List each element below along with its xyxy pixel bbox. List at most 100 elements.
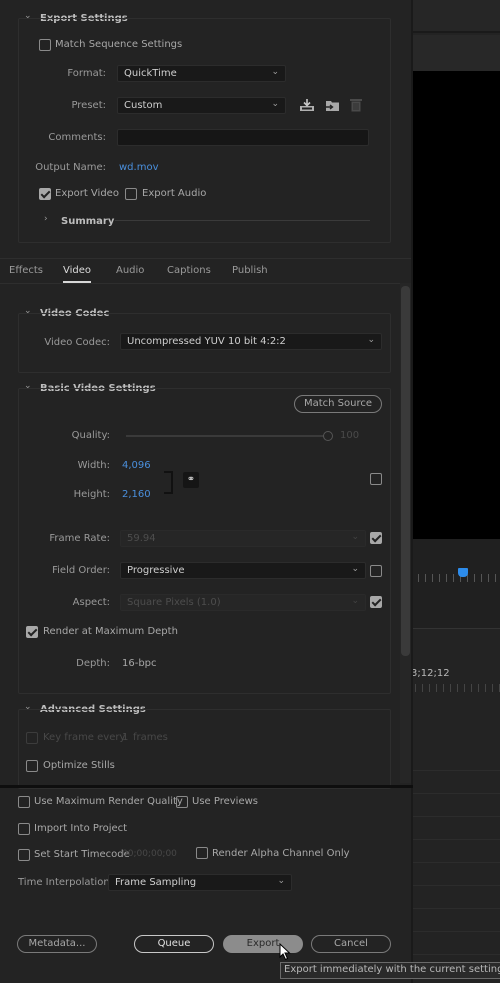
preview-video-area	[413, 71, 500, 539]
preview-timeline[interactable]	[413, 539, 500, 629]
mouse-cursor-icon	[279, 943, 291, 961]
depth-value: 16-bpc	[122, 658, 157, 669]
aspect-checkbox[interactable]	[370, 596, 382, 608]
right-toolbar	[413, 35, 500, 71]
queue-button[interactable]: Queue	[134, 935, 214, 953]
aspect-label: Aspect:	[72, 597, 110, 608]
tab-effects[interactable]: Effects	[9, 265, 43, 276]
alpha-only-label: Render Alpha Channel Only	[212, 848, 350, 859]
keyframe-value: 1	[122, 732, 129, 743]
cancel-button[interactable]: Cancel	[311, 935, 391, 953]
import-preset-icon[interactable]	[324, 98, 341, 113]
match-sequence-label: Match Sequence Settings	[55, 39, 183, 50]
use-previews-checkbox[interactable]	[176, 796, 188, 808]
save-preset-icon[interactable]	[299, 98, 315, 112]
format-dropdown[interactable]: QuickTime ⌄	[117, 65, 286, 82]
summary-divider	[115, 220, 370, 221]
quality-value: 100	[340, 430, 360, 441]
output-name-label: Output Name:	[35, 162, 106, 173]
timeline-ruler-ticks	[415, 684, 500, 692]
keyframe-unit: frames	[133, 732, 168, 743]
output-name-link[interactable]: wd.mov	[119, 162, 158, 173]
field-order-label: Field Order:	[52, 565, 110, 576]
format-label: Format:	[67, 68, 106, 79]
start-timecode-checkbox[interactable]	[18, 849, 30, 861]
export-tooltip: Export immediately with the current sett…	[280, 962, 500, 979]
import-project-checkbox[interactable]	[18, 823, 30, 835]
height-label: Height:	[73, 489, 110, 500]
export-audio-label: Export Audio	[142, 188, 207, 199]
aspect-dropdown: Square Pixels (1.0) ⌄	[120, 594, 366, 611]
chevron-down-icon: ⌄	[277, 876, 285, 886]
tabs-divider-bottom	[0, 283, 411, 284]
match-source-button[interactable]: Match Source	[294, 395, 382, 413]
panel-divider	[0, 785, 413, 788]
export-video-label: Export Video	[55, 188, 119, 199]
timeline-timecode: 3;12;12	[411, 668, 450, 679]
render-max-depth-label: Render at Maximum Depth	[43, 626, 178, 637]
height-value[interactable]: 2,160	[122, 489, 151, 500]
quality-slider-thumb[interactable]	[323, 431, 333, 441]
tab-audio[interactable]: Audio	[116, 265, 144, 276]
start-timecode-value: 00;00;00;00	[122, 849, 177, 859]
field-order-value: Progressive	[127, 565, 185, 576]
video-codec-dropdown[interactable]: Uncompressed YUV 10 bit 4:2:2 ⌄	[120, 333, 382, 350]
keyframe-checkbox	[26, 732, 38, 744]
alpha-only-checkbox[interactable]	[196, 847, 208, 859]
preset-value: Custom	[124, 100, 163, 111]
export-audio-checkbox[interactable]	[125, 188, 137, 200]
preset-dropdown[interactable]: Custom ⌄	[117, 97, 286, 114]
depth-label: Depth:	[76, 658, 110, 669]
tab-publish[interactable]: Publish	[232, 265, 268, 276]
frame-rate-dropdown: 59.94 ⌄	[120, 530, 366, 547]
time-interp-dropdown[interactable]: Frame Sampling ⌄	[108, 874, 292, 891]
preset-label: Preset:	[71, 100, 106, 111]
max-render-quality-checkbox[interactable]	[18, 796, 30, 808]
comments-input[interactable]	[117, 129, 369, 146]
tab-video[interactable]: Video	[63, 265, 91, 276]
video-codec-label: Video Codec:	[44, 337, 110, 348]
delete-preset-icon[interactable]	[349, 97, 363, 113]
keyframe-label: Key frame every	[43, 732, 126, 743]
export-video-checkbox[interactable]	[39, 188, 51, 200]
field-order-dropdown[interactable]: Progressive ⌄	[120, 562, 366, 579]
start-timecode-label: Set Start Timecode	[34, 849, 130, 860]
frame-rate-checkbox[interactable]	[370, 532, 382, 544]
chevron-down-icon: ⌄	[271, 99, 279, 109]
chevron-down-icon: ⌄	[367, 335, 375, 345]
max-render-quality-label: Use Maximum Render Quality	[34, 796, 183, 807]
playhead-marker[interactable]	[458, 568, 468, 577]
chain-link-icon[interactable]: ⚭	[183, 472, 199, 488]
advanced-settings-group	[18, 709, 391, 789]
frame-rate-value: 59.94	[127, 533, 156, 544]
field-order-checkbox[interactable]	[370, 565, 382, 577]
metadata-button[interactable]: Metadata...	[17, 935, 97, 953]
export-settings-panel: ⌄ Export Settings Match Sequence Setting…	[0, 0, 413, 983]
quality-label: Quality:	[71, 430, 110, 441]
comments-label: Comments:	[48, 132, 106, 143]
format-value: QuickTime	[124, 68, 177, 79]
chevron-down-icon: ⌄	[351, 532, 359, 542]
size-override-checkbox[interactable]	[370, 473, 382, 485]
export-button[interactable]: Export	[223, 935, 303, 953]
use-previews-label: Use Previews	[192, 796, 258, 807]
timeline-tracks	[413, 748, 500, 958]
frame-rate-label: Frame Rate:	[49, 533, 110, 544]
optimize-stills-checkbox[interactable]	[26, 760, 38, 772]
vertical-scrollbar[interactable]	[401, 286, 410, 656]
width-value[interactable]: 4,096	[122, 460, 151, 471]
right-header-bar	[413, 0, 500, 33]
video-codec-value: Uncompressed YUV 10 bit 4:2:2	[127, 336, 286, 347]
optimize-stills-label: Optimize Stills	[43, 760, 115, 771]
tab-captions[interactable]: Captions	[167, 265, 211, 276]
render-max-depth-checkbox[interactable]	[26, 626, 38, 638]
chevron-down-icon: ⌄	[351, 564, 359, 574]
chevron-down-icon: ⌄	[351, 596, 359, 606]
aspect-value: Square Pixels (1.0)	[127, 597, 221, 608]
match-sequence-checkbox[interactable]	[39, 39, 51, 51]
tabs-divider-top	[0, 258, 411, 259]
quality-slider-track[interactable]	[126, 435, 326, 437]
width-label: Width:	[77, 460, 110, 471]
summary-title[interactable]: Summary	[61, 216, 114, 227]
expand-chevron-icon[interactable]: ›	[44, 214, 48, 224]
